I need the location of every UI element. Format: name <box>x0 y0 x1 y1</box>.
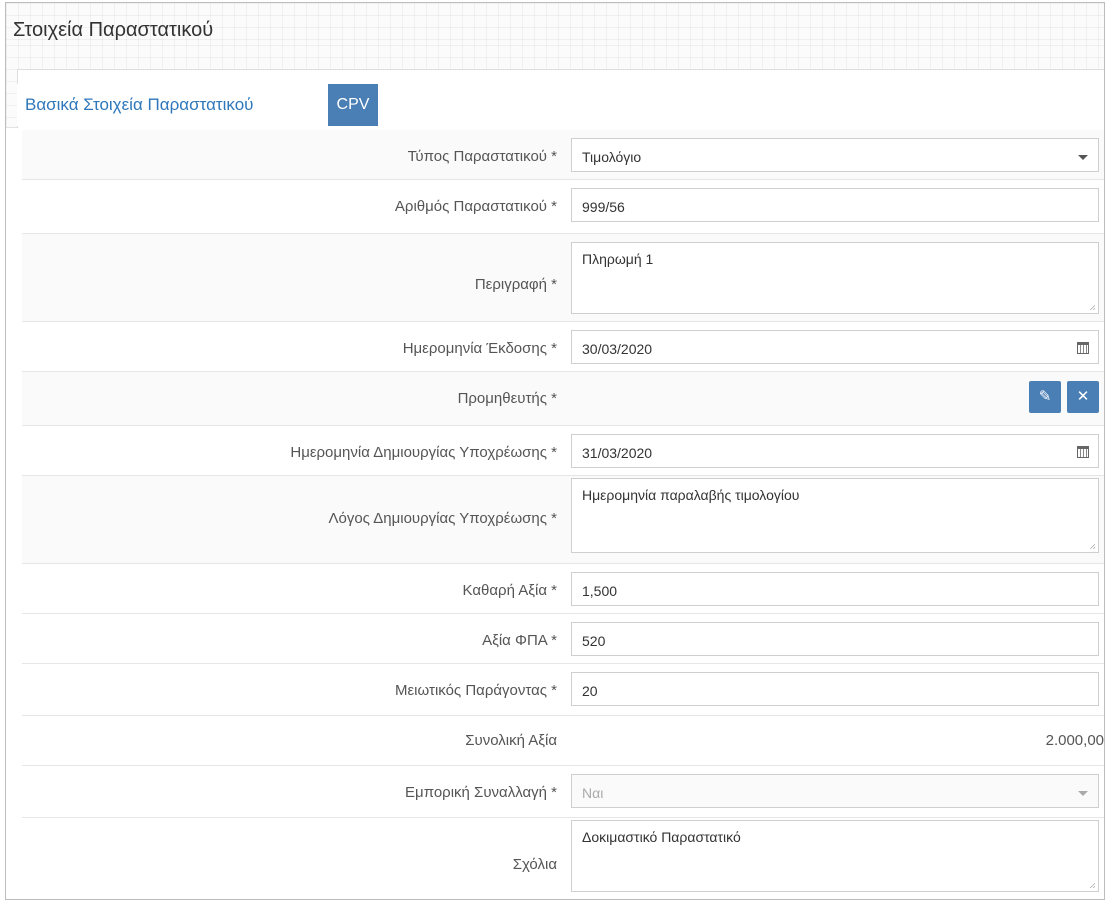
row-supplier: Προμηθευτής * ✎ ✕ <box>22 372 1104 426</box>
row-description: Περιγραφή * Πληρωμή 1 <box>22 234 1104 322</box>
row-comments: Σχόλια Δοκιμαστικό Παραστατικό <box>22 818 1104 899</box>
document-form: Τύπος Παραστατικού * Τιμολόγιο Αριθμός Π… <box>22 130 1104 899</box>
total-value: 2.000,00 <box>1045 732 1104 749</box>
obligation-date-input[interactable]: 31/03/2020 <box>571 434 1099 468</box>
vat-value-input[interactable]: 520 <box>571 622 1099 656</box>
doc-type-select[interactable]: Τιμολόγιο <box>571 138 1099 172</box>
tab-basic-info[interactable]: Βασικά Στοιχεία Παραστατικού <box>17 84 329 126</box>
resize-handle-icon[interactable] <box>1089 543 1095 549</box>
obligation-reason-value: Ημερομηνία παραλαβής τιμολογίου <box>582 487 800 503</box>
row-commercial-transaction: Εμπορική Συναλλαγή * Ναι <box>22 766 1104 818</box>
description-textarea[interactable]: Πληρωμή 1 <box>571 242 1099 314</box>
row-total-value: Συνολική Αξία 2.000,00 <box>22 716 1104 766</box>
clear-supplier-button[interactable]: ✕ <box>1067 381 1099 413</box>
row-obligation-reason: Λόγος Δημιουργίας Υποχρέωσης * Ημερομηνί… <box>22 476 1104 564</box>
description-label: Περιγραφή * <box>474 276 557 293</box>
comments-label: Σχόλια <box>512 856 557 873</box>
chevron-down-icon <box>1078 791 1088 796</box>
panel-title: Στοιχεία Παραστατικού <box>6 3 1104 45</box>
doc-number-label: Αριθμός Παραστατικού * <box>394 198 557 215</box>
issue-date-label: Ημερομηνία Έκδοσης * <box>402 340 557 357</box>
close-icon: ✕ <box>1076 388 1090 405</box>
description-value: Πληρωμή 1 <box>582 251 654 267</box>
reduction-factor-input[interactable]: 20 <box>571 672 1099 706</box>
net-value-input[interactable]: 1,500 <box>571 572 1099 606</box>
supplier-label: Προμηθευτής * <box>457 390 557 407</box>
commercial-transaction-label: Εμπορική Συναλλαγή * <box>405 784 557 801</box>
tab-cpv[interactable]: CPV <box>328 84 378 126</box>
doc-type-value: Τιμολόγιο <box>582 149 642 165</box>
comments-value: Δοκιμαστικό Παραστατικό <box>582 829 741 845</box>
obligation-date-value: 31/03/2020 <box>582 445 653 461</box>
net-value-label: Καθαρή Αξία * <box>462 582 557 599</box>
obligation-date-label: Ημερομηνία Δημιουργίας Υποχρέωσης * <box>290 444 557 461</box>
total-value-label: Συνολική Αξία <box>465 732 557 749</box>
pencil-icon: ✎ <box>1038 388 1052 405</box>
calendar-icon[interactable] <box>1077 342 1089 354</box>
issue-date-value: 30/03/2020 <box>582 341 653 357</box>
calendar-icon[interactable] <box>1077 446 1089 458</box>
commercial-transaction-value: Ναι <box>582 785 604 801</box>
commercial-transaction-select[interactable]: Ναι <box>571 774 1099 808</box>
row-obligation-date: Ημερομηνία Δημιουργίας Υποχρέωσης * 31/0… <box>22 426 1104 476</box>
document-panel: Στοιχεία Παραστατικού Βασικά Στοιχεία Πα… <box>5 2 1105 900</box>
vat-value-value: 520 <box>582 633 606 649</box>
vat-value-label: Αξία ΦΠΑ * <box>482 632 557 649</box>
doc-type-label: Τύπος Παραστατικού * <box>407 148 557 165</box>
obligation-reason-label: Λόγος Δημιουργίας Υποχρέωσης * <box>328 510 557 527</box>
row-doc-type: Τύπος Παραστατικού * Τιμολόγιο <box>22 130 1104 180</box>
row-vat-value: Αξία ΦΠΑ * 520 <box>22 614 1104 664</box>
reduction-factor-label: Μειωτικός Παράγοντας * <box>395 682 557 699</box>
resize-handle-icon[interactable] <box>1089 882 1095 888</box>
row-net-value: Καθαρή Αξία * 1,500 <box>22 564 1104 614</box>
row-reduction-factor: Μειωτικός Παράγοντας * 20 <box>22 664 1104 716</box>
edit-supplier-button[interactable]: ✎ <box>1029 381 1061 413</box>
obligation-reason-textarea[interactable]: Ημερομηνία παραλαβής τιμολογίου <box>571 478 1099 553</box>
doc-number-input[interactable]: 999/56 <box>571 188 1099 222</box>
row-doc-number: Αριθμός Παραστατικού * 999/56 <box>22 180 1104 234</box>
issue-date-input[interactable]: 30/03/2020 <box>571 330 1099 364</box>
tabs-bar: Βασικά Στοιχεία Παραστατικού CPV <box>6 45 1104 128</box>
comments-textarea[interactable]: Δοκιμαστικό Παραστατικό <box>571 820 1099 892</box>
net-value-value: 1,500 <box>582 583 618 599</box>
reduction-factor-value: 20 <box>582 683 598 699</box>
row-issue-date: Ημερομηνία Έκδοσης * 30/03/2020 <box>22 322 1104 372</box>
doc-number-value: 999/56 <box>582 199 625 215</box>
chevron-down-icon <box>1078 155 1088 160</box>
resize-handle-icon[interactable] <box>1089 304 1095 310</box>
